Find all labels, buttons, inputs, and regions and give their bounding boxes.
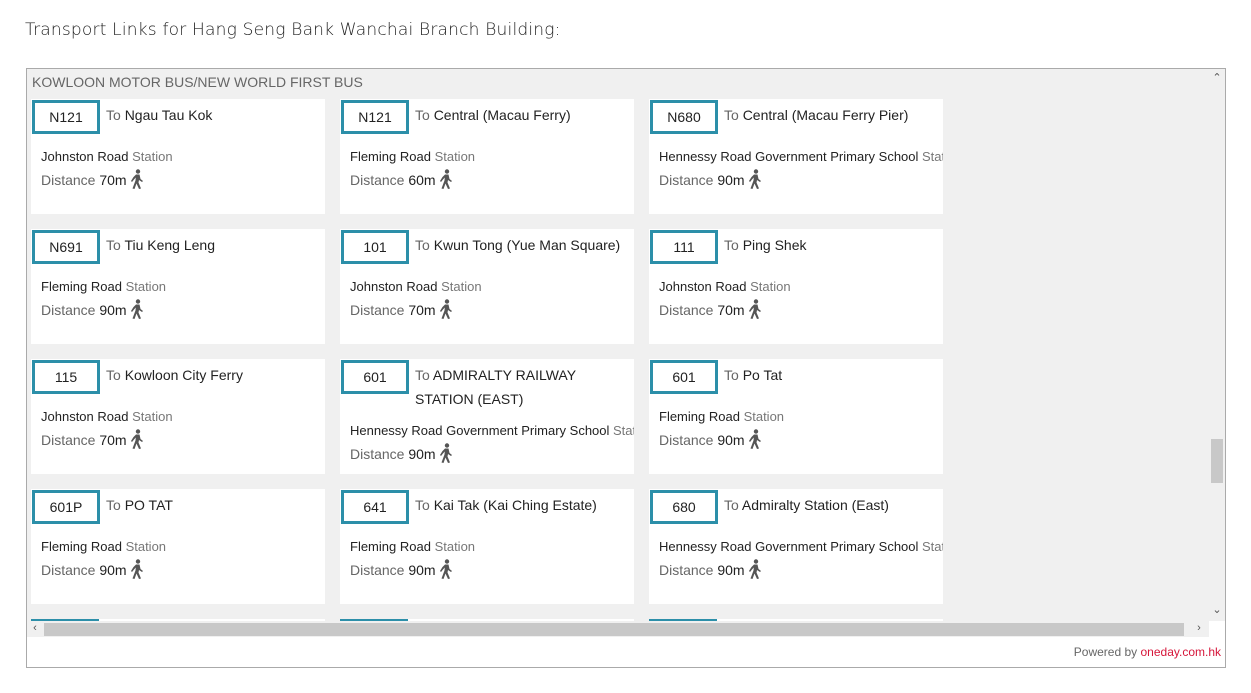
walking-icon — [745, 559, 762, 579]
walking-icon — [745, 299, 762, 319]
routes-scroll-area[interactable]: KOWLOON MOTOR BUS/NEW WORLD FIRST BUS N1… — [27, 69, 1209, 621]
horizontal-scrollbar[interactable]: ‹ › — [27, 621, 1209, 637]
section-title: KOWLOON MOTOR BUS/NEW WORLD FIRST BUS — [32, 74, 363, 90]
page-title: Transport Links for Hang Seng Bank Wanch… — [25, 20, 561, 40]
route-number[interactable]: N121 — [341, 100, 409, 134]
walking-icon — [745, 429, 762, 449]
route-number[interactable]: 601 — [650, 360, 718, 394]
distance: Distance 90m — [659, 169, 762, 189]
station: Johnston Road Station — [350, 279, 482, 294]
distance: Distance 90m — [41, 299, 144, 319]
transport-widget: KOWLOON MOTOR BUS/NEW WORLD FIRST BUS N1… — [26, 68, 1226, 668]
destination: To Tiu Keng Leng — [106, 237, 215, 253]
distance: Distance 70m — [41, 169, 144, 189]
station: Fleming Road Station — [350, 149, 476, 164]
route-card[interactable]: N121 To Central (Macau Ferry) Fleming Ro… — [340, 99, 634, 214]
route-card[interactable]: N680 To Central (Macau Ferry Pier) Henne… — [649, 99, 943, 214]
station: Johnston Road Station — [41, 409, 173, 424]
walking-icon — [436, 559, 453, 579]
route-card[interactable]: 115 To Kowloon City Ferry Johnston Road … — [31, 359, 325, 474]
distance: Distance 70m — [41, 429, 144, 449]
destination: To Po Tat — [724, 367, 783, 383]
route-card[interactable]: 641 To Kai Tak (Kai Ching Estate) Flemin… — [340, 489, 634, 604]
route-card[interactable]: 101 To Kwun Tong (Yue Man Square) Johnst… — [340, 229, 634, 344]
route-card[interactable]: N121 To Ngau Tau Kok Johnston Road Stati… — [31, 99, 325, 214]
route-number[interactable]: 680 — [650, 490, 718, 524]
distance: Distance 70m — [659, 299, 762, 319]
station: Johnston Road Station — [659, 279, 791, 294]
destination: To ADMIRALTY RAILWAY STATION (EAST) — [415, 367, 576, 407]
destination: To Ping Shek — [724, 237, 807, 253]
vertical-scroll-thumb[interactable] — [1211, 439, 1223, 483]
destination: To Central (Macau Ferry) — [415, 107, 571, 123]
vertical-scrollbar[interactable]: ⌃ ⌄ — [1209, 69, 1225, 621]
horizontal-scroll-thumb[interactable] — [44, 623, 1184, 636]
route-number[interactable]: 641 — [341, 490, 409, 524]
route-number[interactable]: N121 — [32, 100, 100, 134]
powered-by: Powered by oneday.com.hk — [1073, 645, 1222, 659]
destination: To Central (Macau Ferry Pier) — [724, 107, 909, 123]
walking-icon — [127, 429, 144, 449]
destination: To Admiralty Station (East) — [724, 497, 889, 513]
route-number[interactable]: 115 — [32, 360, 100, 394]
walking-icon — [436, 299, 453, 319]
station: Hennessy Road Government Primary School … — [659, 539, 943, 554]
walking-icon — [127, 559, 144, 579]
station: Fleming Road Station — [41, 279, 167, 294]
route-number[interactable]: N680 — [650, 100, 718, 134]
distance: Distance 90m — [350, 443, 453, 463]
station: Fleming Road Station — [350, 539, 476, 554]
station: Fleming Road Station — [41, 539, 167, 554]
route-number[interactable]: 601P — [32, 490, 100, 524]
destination: To Kai Tak (Kai Ching Estate) — [415, 497, 597, 513]
route-number[interactable]: 111 — [650, 230, 718, 264]
walking-icon — [127, 169, 144, 189]
walking-icon — [745, 169, 762, 189]
destination: To Kwun Tong (Yue Man Square) — [415, 237, 621, 253]
route-number[interactable]: 101 — [341, 230, 409, 264]
oneday-link[interactable]: oneday.com.hk — [1141, 645, 1222, 659]
walking-icon — [127, 299, 144, 319]
route-card[interactable]: 601 To Po Tat Fleming Road Station Dista… — [649, 359, 943, 474]
distance: Distance 70m — [350, 299, 453, 319]
route-card[interactable]: 680 To Admiralty Station (East) Hennessy… — [649, 489, 943, 604]
station: Hennessy Road Government Primary School … — [350, 423, 634, 438]
scroll-left-icon[interactable]: ‹ — [27, 622, 43, 634]
route-card[interactable]: 601 To ADMIRALTY RAILWAY STATION (EAST) … — [340, 359, 634, 474]
destination: To Kowloon City Ferry — [106, 367, 243, 383]
scroll-down-icon[interactable]: ⌄ — [1209, 603, 1225, 616]
scroll-up-icon[interactable]: ⌃ — [1209, 71, 1225, 84]
scroll-right-icon[interactable]: › — [1191, 622, 1207, 634]
destination: To PO TAT — [106, 497, 173, 513]
station: Johnston Road Station — [41, 149, 173, 164]
route-number[interactable]: 601 — [341, 360, 409, 394]
route-number[interactable]: N691 — [32, 230, 100, 264]
route-card[interactable]: 601P To PO TAT Fleming Road Station Dist… — [31, 489, 325, 604]
distance: Distance 90m — [659, 429, 762, 449]
station: Hennessy Road Government Primary School … — [659, 149, 943, 164]
station: Fleming Road Station — [659, 409, 785, 424]
walking-icon — [436, 169, 453, 189]
distance: Distance 90m — [659, 559, 762, 579]
route-card[interactable]: 111 To Ping Shek Johnston Road Station D… — [649, 229, 943, 344]
walking-icon — [436, 443, 453, 463]
distance: Distance 90m — [41, 559, 144, 579]
distance: Distance 60m — [350, 169, 453, 189]
distance: Distance 90m — [350, 559, 453, 579]
destination: To Ngau Tau Kok — [106, 107, 213, 123]
route-card[interactable]: N691 To Tiu Keng Leng Fleming Road Stati… — [31, 229, 325, 344]
